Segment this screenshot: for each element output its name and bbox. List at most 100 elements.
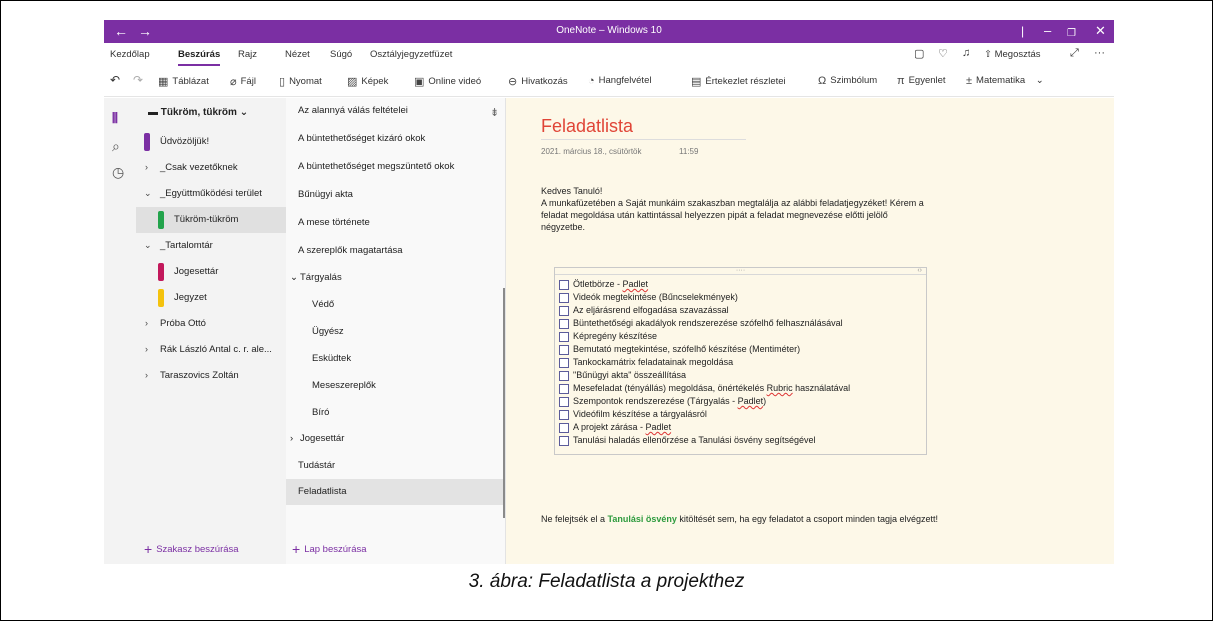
subpage-item[interactable]: Ügyész xyxy=(286,319,504,345)
recent-icon[interactable]: ◷ xyxy=(112,164,124,181)
page-item[interactable]: A szereplők magatartása xyxy=(286,238,504,264)
chevron-down-icon: ⌄ xyxy=(239,107,249,118)
online-video-button[interactable]: ▣ Online videó xyxy=(414,75,481,88)
checkbox[interactable] xyxy=(559,410,569,420)
printout-button[interactable]: ▯ Nyomat xyxy=(279,75,322,88)
page-item[interactable]: Az alannyá válás feltételei xyxy=(286,98,504,124)
subpage-item[interactable]: Meseszereplők xyxy=(286,373,504,399)
calendar-icon: ▤ xyxy=(691,76,702,88)
page-item[interactable]: A büntethetőséget megszüntető okok xyxy=(286,154,504,180)
link-button[interactable]: ⊖ Hivatkozás xyxy=(508,75,568,88)
symbol-button[interactable]: Ω Szimbólum xyxy=(818,75,877,87)
checkbox[interactable] xyxy=(559,319,569,329)
checkbox[interactable] xyxy=(559,358,569,368)
section-group[interactable]: › _Csak vezetőknek xyxy=(136,155,286,181)
left-rail: ⫴ ⌕ ◷ xyxy=(104,98,136,564)
page-item[interactable]: Tudástár xyxy=(286,453,504,479)
checkbox[interactable] xyxy=(559,306,569,316)
page-group[interactable]: › Jogesettár xyxy=(286,426,504,452)
page-group[interactable]: ⌄ Tárgyalás xyxy=(286,265,504,291)
share-button[interactable]: ⇧ Megosztás xyxy=(984,49,1041,60)
note-canvas[interactable]: Feladatlista 2021. március 18., csütörtö… xyxy=(506,98,1114,564)
checkbox[interactable] xyxy=(559,345,569,355)
resize-icon[interactable]: ‹› xyxy=(917,267,922,274)
add-page-button[interactable]: + Lap beszúrása xyxy=(292,541,367,557)
close-icon[interactable]: ✕ xyxy=(1095,22,1106,40)
pages-pane: ⇟ Az alannyá válás feltételei A büntethe… xyxy=(286,98,506,564)
chevron-right-icon[interactable]: › xyxy=(145,162,148,172)
checkbox[interactable] xyxy=(559,332,569,342)
section-item[interactable]: Jegyzet xyxy=(136,285,286,311)
menu-insert[interactable]: Beszúrás xyxy=(178,49,221,66)
lightbulb-icon[interactable]: ♡ xyxy=(938,47,948,60)
plus-icon: + xyxy=(144,541,153,557)
more-icon[interactable]: ··· xyxy=(1094,47,1105,59)
notebook-selector[interactable]: ▬ Tükröm, tükröm ⌄ xyxy=(148,107,248,118)
checkbox[interactable] xyxy=(559,371,569,381)
file-button[interactable]: ⌀ Fájl xyxy=(230,75,256,88)
checkbox[interactable] xyxy=(559,397,569,407)
audio-button[interactable]: ◔ Hangfelvétel xyxy=(588,75,651,87)
section-item[interactable]: Jogesettár xyxy=(136,259,286,285)
page-item-selected[interactable]: Feladatlista xyxy=(286,479,504,505)
page-title[interactable]: Feladatlista xyxy=(541,116,633,137)
checkbox[interactable] xyxy=(559,293,569,303)
section-group[interactable]: ⌄ _Együttműködési terület xyxy=(136,181,286,207)
menu-draw[interactable]: Rajz xyxy=(238,49,257,60)
pages-scrollbar[interactable] xyxy=(503,288,505,518)
math-button[interactable]: ± Matematika ⌄ xyxy=(966,75,1044,87)
table-button[interactable]: ▦ Táblázat xyxy=(158,75,209,88)
chevron-down-icon[interactable]: ⌄ xyxy=(144,240,152,251)
bell-icon[interactable]: ♫ xyxy=(962,47,970,59)
redo-icon[interactable]: ↷ xyxy=(133,73,143,87)
page-icon[interactable]: ▢ xyxy=(914,47,924,60)
section-group[interactable]: › Próba Ottó xyxy=(136,311,286,337)
subpage-item[interactable]: Bíró xyxy=(286,400,504,426)
restore-icon[interactable]: ❐ xyxy=(1067,25,1076,43)
chevron-right-icon[interactable]: › xyxy=(145,370,148,380)
document-icon: ▯ xyxy=(279,76,286,88)
subpage-item[interactable]: Esküdtek xyxy=(286,346,504,372)
section-group[interactable]: ⌄ _Tartalomtár xyxy=(136,233,286,259)
drag-handle-icon[interactable]: ···· xyxy=(555,267,926,275)
chevron-down-icon[interactable]: ⌄ xyxy=(290,272,298,283)
minimize-icon[interactable]: – xyxy=(1044,22,1051,40)
picture-icon: ▨ xyxy=(347,76,358,88)
search-icon[interactable]: ⌕ xyxy=(112,138,120,155)
menu-view[interactable]: Nézet xyxy=(285,49,310,60)
tanulasi-osveny-link[interactable]: Tanulási ösvény xyxy=(608,514,677,524)
menu-bar: Kezdőlap Beszúrás Rajz Nézet Súgó Osztál… xyxy=(104,43,1114,67)
checkbox[interactable] xyxy=(559,436,569,446)
table-icon: ▦ xyxy=(158,76,169,88)
checkbox[interactable] xyxy=(559,423,569,433)
add-section-button[interactable]: + Szakasz beszúrása xyxy=(144,541,239,557)
task-checklist-container[interactable]: ···· ‹› Ötletbörze - Padlet Videók megte… xyxy=(554,267,927,455)
section-item-selected[interactable]: Tükröm-tükröm xyxy=(136,207,286,233)
menu-class-notebook[interactable]: Osztályjegyzetfüzet xyxy=(370,49,452,60)
chevron-right-icon[interactable]: › xyxy=(290,433,293,444)
notebook-icon: ▬ xyxy=(148,107,158,118)
expand-icon[interactable]: ⤢ xyxy=(1070,47,1079,60)
chevron-down-icon[interactable]: ⌄ xyxy=(144,188,152,199)
meeting-details-button[interactable]: ▤ Értekezlet részletei xyxy=(691,75,786,88)
pictures-button[interactable]: ▨ Képek xyxy=(347,75,388,88)
microphone-icon: ◔ xyxy=(588,75,595,87)
menu-home[interactable]: Kezdőlap xyxy=(110,49,150,60)
section-group[interactable]: › Rák László Antal c. r. ale... xyxy=(136,337,286,363)
notebooks-icon[interactable]: ⫴ xyxy=(112,110,118,127)
checkbox[interactable] xyxy=(559,280,569,290)
onenote-window: ← → OneNote – Windows 10 | – ❐ ✕ Kezdőla… xyxy=(104,20,1114,564)
chevron-right-icon[interactable]: › xyxy=(145,318,148,328)
checkbox[interactable] xyxy=(559,384,569,394)
undo-icon[interactable]: ↶ xyxy=(110,73,120,87)
page-item[interactable]: A mese története xyxy=(286,210,504,236)
page-item[interactable]: Bűnügyi akta xyxy=(286,182,504,208)
menu-help[interactable]: Súgó xyxy=(330,49,352,60)
chevron-right-icon[interactable]: › xyxy=(145,344,148,354)
section-item[interactable]: Üdvözöljük! xyxy=(136,129,286,155)
equation-button[interactable]: π Egyenlet xyxy=(897,75,946,87)
section-group[interactable]: › Taraszovics Zoltán xyxy=(136,363,286,389)
subpage-item[interactable]: Védő xyxy=(286,292,504,318)
intro-text-line: négyzetbe. xyxy=(541,222,586,232)
page-item[interactable]: A büntethetőséget kizáró okok xyxy=(286,126,504,152)
